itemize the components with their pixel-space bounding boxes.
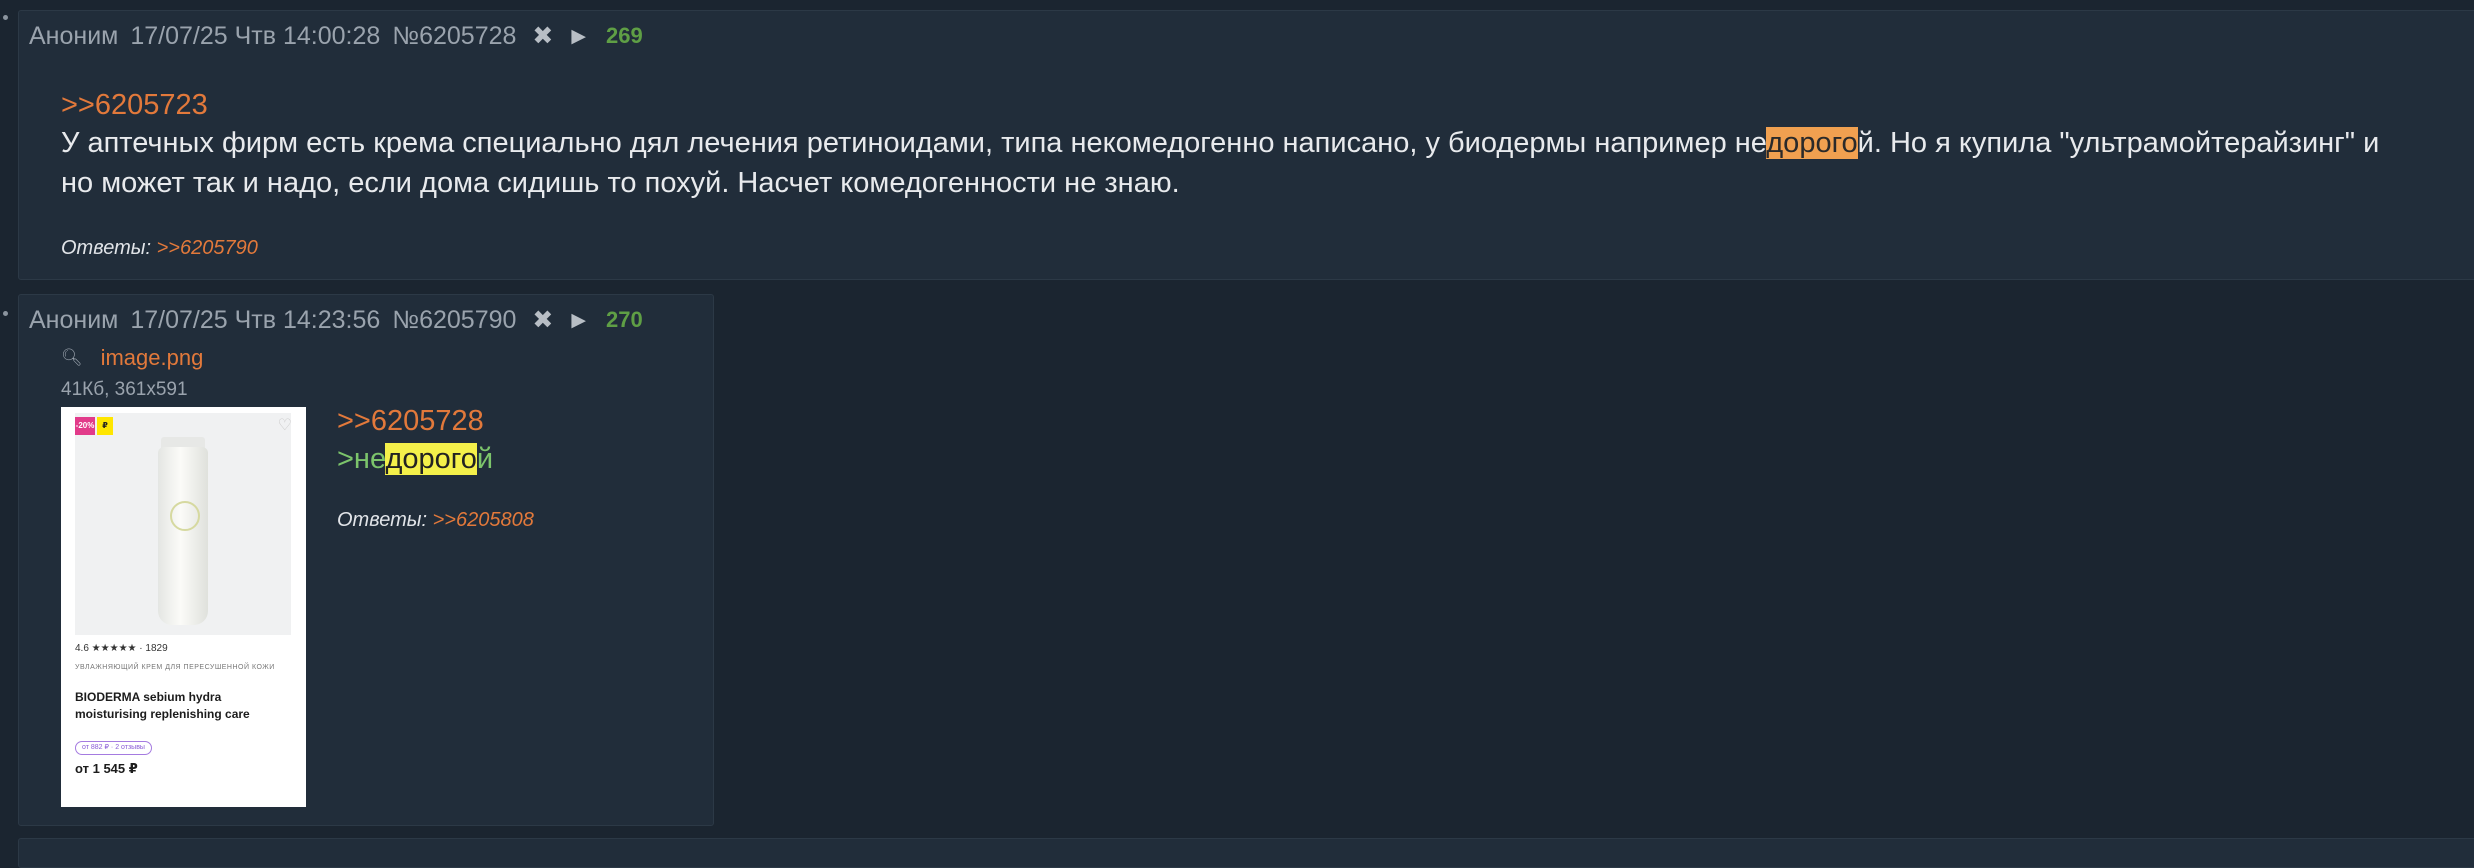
post-date: 17/07/25 Чтв 14:00:28: [130, 21, 381, 50]
post-header: Аноним 17/07/25 Чтв 14:00:28 №6205728 ✖ …: [29, 21, 655, 51]
post: [18, 838, 2474, 868]
product-category: УВЛАЖНЯЮЩИЙ КРЕМ ДЛЯ ПЕРЕСУШЕННОЙ КОЖИ: [75, 664, 275, 671]
cream-tube: [158, 447, 208, 625]
reply-link[interactable]: >>6205723: [61, 85, 208, 125]
discount-badge: -20%: [75, 417, 95, 435]
post-marker: [3, 15, 8, 20]
image-thumbnail[interactable]: -20% ₽ ♡ 4.6 ★★★★★ · 1829 УВЛАЖНЯЮЩИЙ КР…: [61, 407, 306, 807]
close-icon[interactable]: ✖: [532, 305, 553, 335]
post-id[interactable]: №6205728: [392, 22, 516, 51]
highlight: дорого: [385, 443, 477, 475]
post-text-line: У аптечных фирм есть крема специально дя…: [61, 127, 2380, 159]
product-pill: от 882 ₽ · 2 отзывы: [75, 741, 152, 755]
reply-link[interactable]: >>6205728: [337, 401, 484, 441]
file-name[interactable]: image.png: [101, 345, 204, 371]
heart-icon: ♡: [277, 417, 292, 434]
post: Аноним 17/07/25 Чтв 14:00:28 №6205728 ✖ …: [18, 10, 2474, 280]
post-number: 269: [606, 23, 643, 48]
post: Аноним 17/07/25 Чтв 14:23:56 №6205790 ✖ …: [18, 294, 714, 826]
reply-backlink[interactable]: >>6205790: [157, 237, 258, 259]
product-price: от 1 545 ₽: [75, 761, 138, 776]
post-author: Аноним: [29, 305, 119, 334]
post-date: 17/07/25 Чтв 14:23:56: [130, 305, 381, 334]
product-title: BIODERMA sebium hydra moisturising reple…: [75, 690, 250, 721]
file-link[interactable]: 🔍︎ image.png: [61, 345, 203, 371]
product-rating: 4.6 ★★★★★ · 1829: [75, 643, 168, 654]
post-replies: Ответы: >>6205808: [337, 509, 534, 531]
greentext-line: >недорогой: [337, 443, 494, 475]
post-header: Аноним 17/07/25 Чтв 14:23:56 №6205790 ✖ …: [29, 305, 655, 335]
file-meta: 41Кб, 361x591: [61, 379, 188, 400]
post-replies: Ответы: >>6205790: [61, 237, 258, 259]
price-badge: ₽: [97, 417, 113, 435]
close-icon[interactable]: ✖: [532, 21, 553, 51]
post-id[interactable]: №6205790: [392, 306, 516, 335]
magnifier-icon[interactable]: 🔍︎: [61, 348, 83, 368]
post-number: 270: [606, 307, 643, 332]
post-marker: [3, 311, 8, 316]
highlight: дорого: [1766, 127, 1858, 159]
play-icon[interactable]: ▶: [571, 309, 586, 332]
play-icon[interactable]: ▶: [571, 25, 586, 48]
reply-backlink[interactable]: >>6205808: [433, 509, 534, 531]
post-author: Аноним: [29, 21, 119, 50]
post-text-line: но может так и надо, если дома сидишь то…: [61, 167, 1180, 199]
